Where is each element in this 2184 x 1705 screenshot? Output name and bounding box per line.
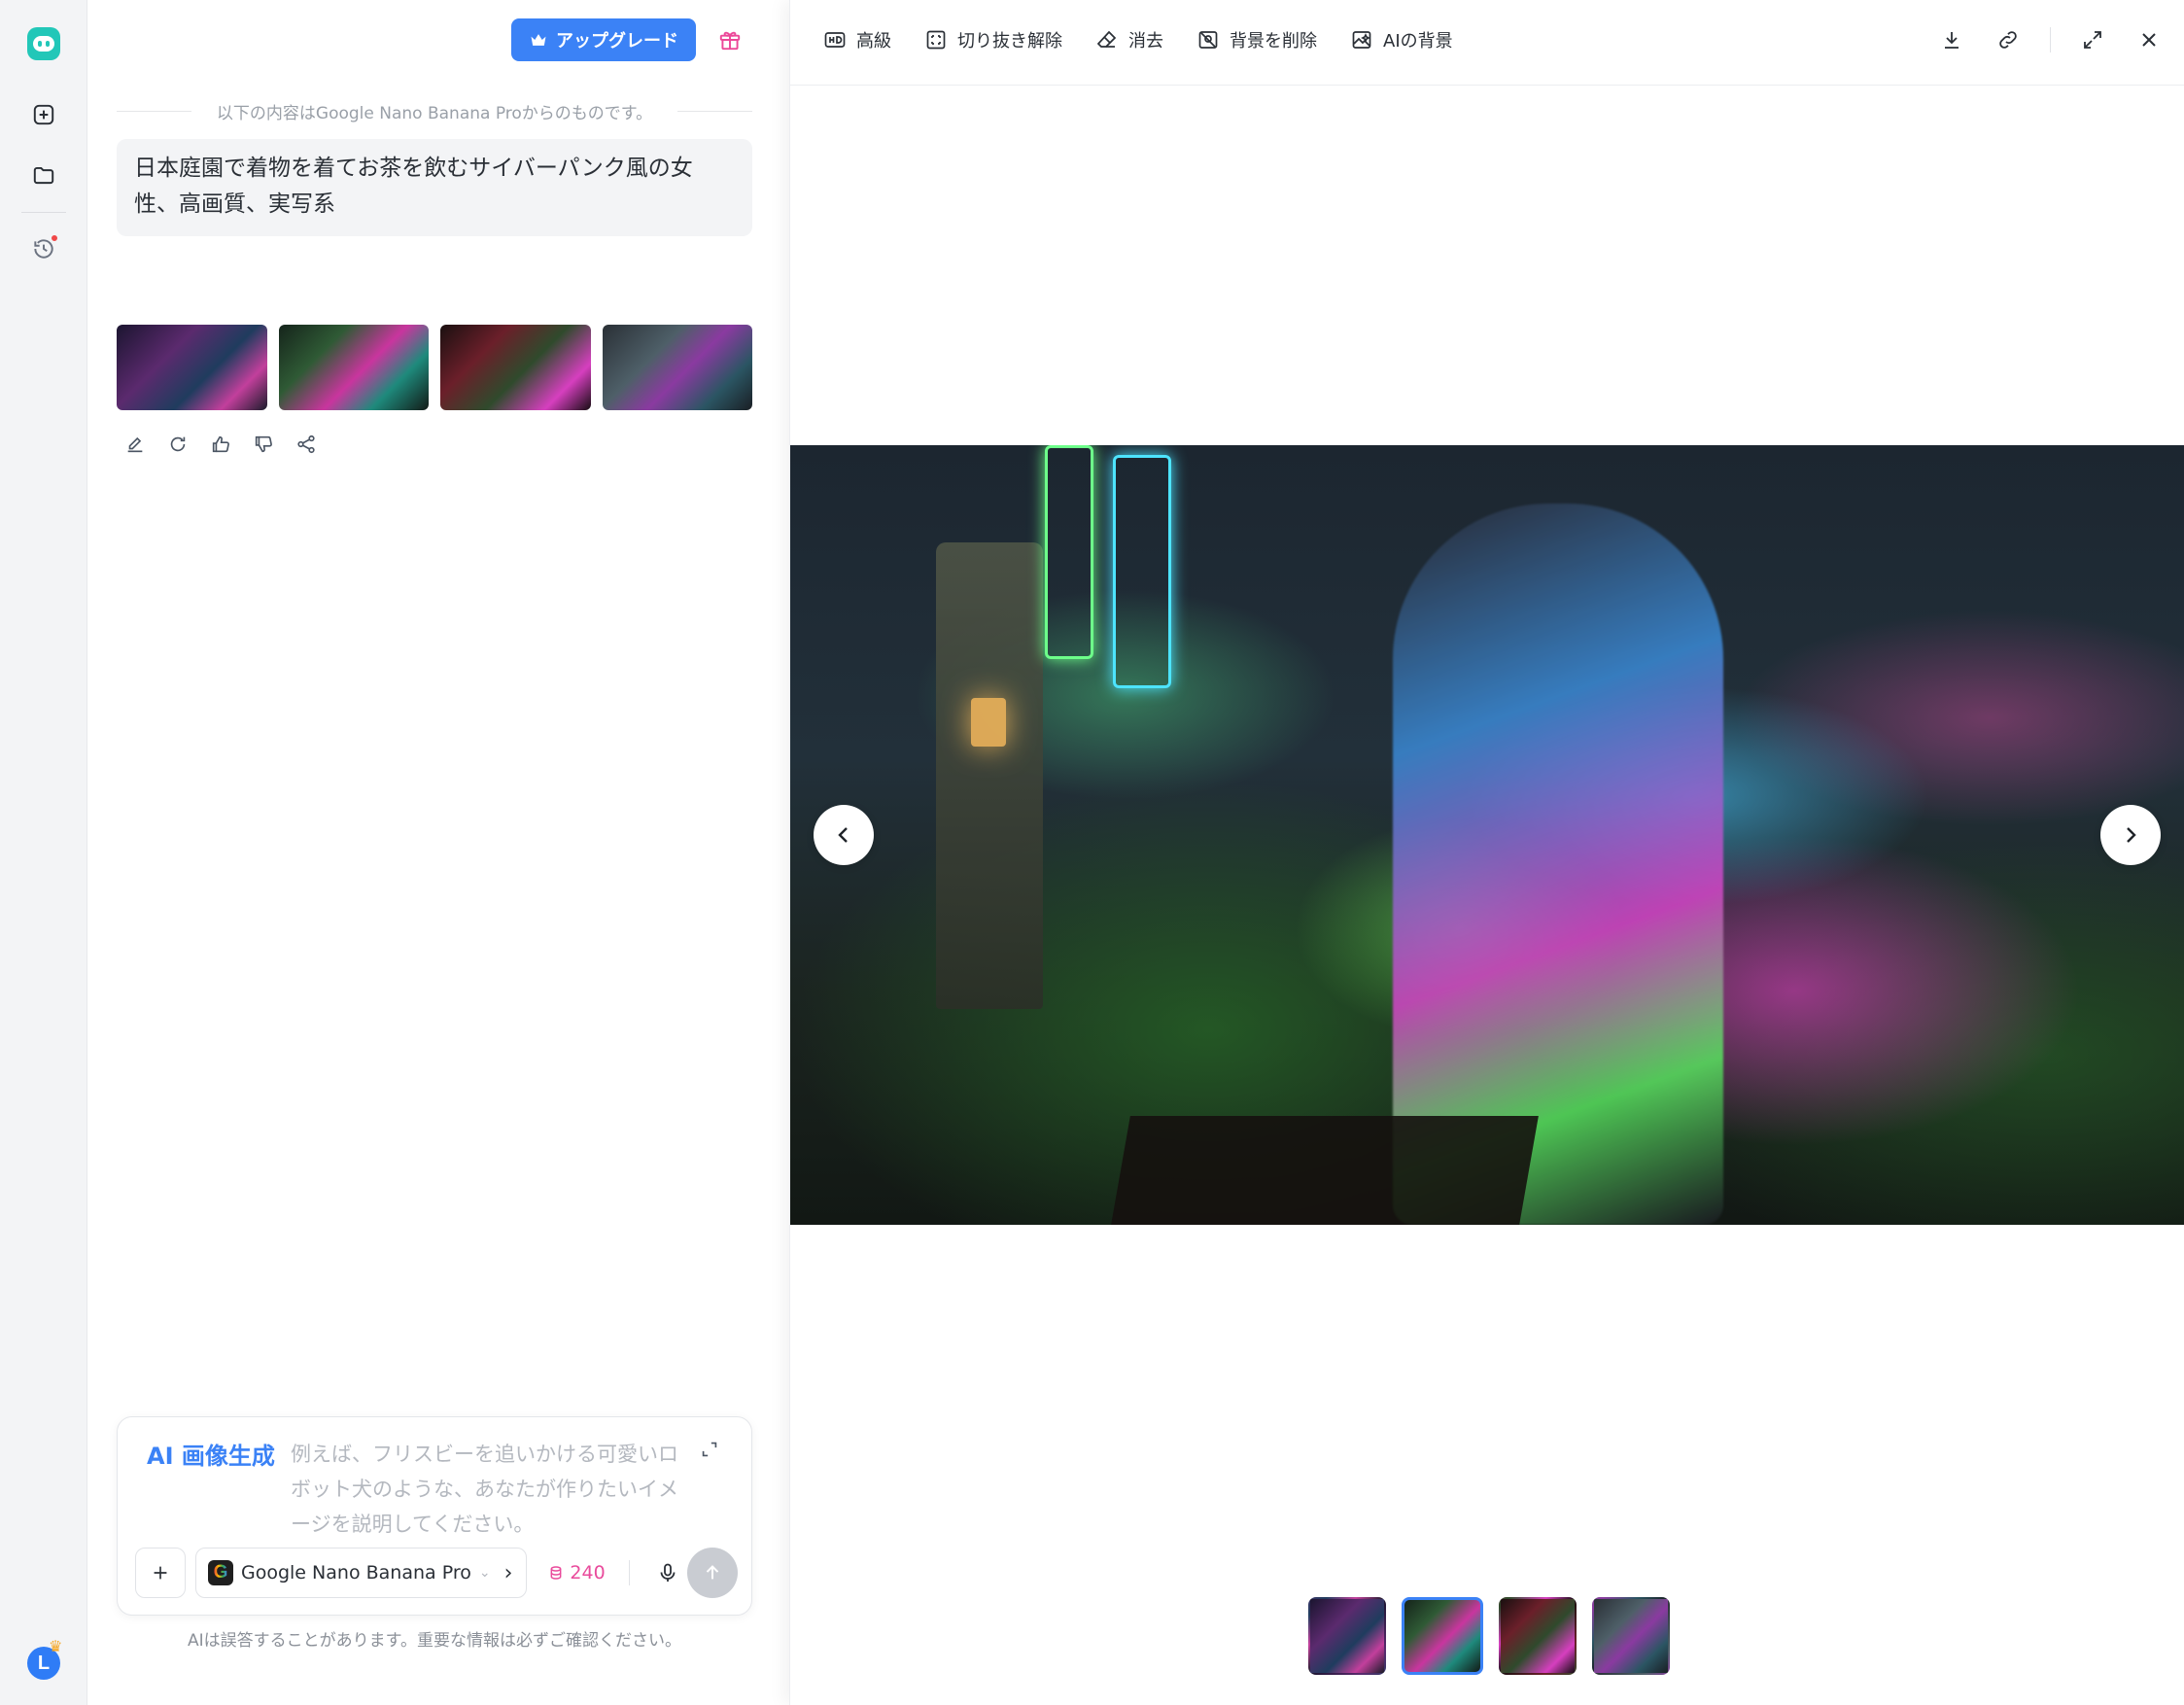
thumbs-up-icon[interactable]: [208, 432, 233, 457]
thumbs-down-icon[interactable]: [251, 432, 276, 457]
mode-label[interactable]: AI 画像生成: [147, 1437, 275, 1471]
neon-sign: [1113, 455, 1171, 688]
previous-image-button[interactable]: [814, 805, 874, 865]
tool-label: 高級: [856, 31, 891, 52]
ai-background-icon: [1352, 31, 1371, 49]
folder-icon[interactable]: [26, 157, 61, 192]
expand-icon[interactable]: [2078, 25, 2107, 54]
image-viewer: 高級 切り抜き解除 消去 背景を削除 AIの背景: [789, 0, 2184, 1705]
microphone-icon[interactable]: [653, 1558, 682, 1587]
rail-divider: [21, 212, 66, 213]
neon-sign: [1045, 445, 1093, 659]
result-thumbnail[interactable]: [117, 325, 267, 410]
history-icon[interactable]: [26, 231, 61, 266]
erase-button[interactable]: 消去: [1095, 27, 1163, 52]
uncrop-icon: [926, 30, 946, 50]
premium-crown-icon: ♛: [49, 1637, 63, 1655]
download-icon[interactable]: [1937, 25, 1966, 54]
model-name: Google Nano Banana Pro: [241, 1562, 471, 1583]
ai-background-button[interactable]: AIの背景: [1350, 27, 1453, 52]
strip-thumbnail-selected[interactable]: [1402, 1597, 1483, 1675]
credits-value: 240: [570, 1562, 606, 1583]
upgrade-label: アップグレード: [556, 31, 678, 52]
chevron-right-icon: [2127, 827, 2136, 843]
app-logo-icon[interactable]: [27, 27, 60, 60]
prompt-input[interactable]: 例えば、フリスビーを追いかける可愛いロボット犬のような、あなたが作りたいイメージ…: [291, 1437, 679, 1542]
tool-label: AIの背景: [1383, 31, 1453, 52]
chevron-right-icon: ›: [503, 1560, 513, 1585]
eraser-icon: [1096, 30, 1117, 48]
close-icon[interactable]: [2134, 25, 2164, 54]
remove-background-button[interactable]: 背景を削除: [1196, 27, 1317, 52]
result-thumbnail[interactable]: [602, 325, 752, 410]
tool-label: 背景を削除: [1230, 31, 1317, 52]
crown-icon: [529, 30, 548, 50]
send-button[interactable]: [687, 1548, 738, 1598]
ai-disclaimer: AIは誤答することがあります。重要な情報は必ずご確認ください。: [188, 1631, 681, 1651]
coin-stack-icon: [550, 1566, 562, 1580]
gift-icon[interactable]: [713, 23, 746, 56]
hd-upscale-button[interactable]: 高級: [823, 27, 891, 52]
stone-lantern: [936, 542, 1043, 1009]
viewer-actions: [1937, 25, 2164, 54]
model-source-note: 以下の内容はGoogle Nano Banana Proからのものです。: [117, 99, 753, 123]
uncrop-button[interactable]: 切り抜き解除: [924, 27, 1062, 52]
next-image-button[interactable]: [2100, 805, 2161, 865]
link-icon[interactable]: [1993, 25, 2023, 54]
share-icon[interactable]: [294, 432, 319, 457]
result-thumbnail[interactable]: [440, 325, 591, 410]
left-rail: L ♛: [0, 0, 87, 1705]
toolbar-divider: [628, 1560, 630, 1585]
result-thumbnails: [117, 325, 752, 410]
result-thumbnail[interactable]: [278, 325, 429, 410]
edit-icon[interactable]: [122, 432, 148, 457]
strip-thumbnail[interactable]: [1592, 1597, 1670, 1675]
thumbnail-strip: [1308, 1597, 1670, 1675]
notification-dot: [50, 233, 59, 243]
user-prompt-bubble: 日本庭園で着物を着てお茶を飲むサイバーパンク風の女性、高画質、実写系: [117, 139, 752, 236]
message-actions: [122, 432, 319, 457]
actions-divider: [2050, 27, 2051, 52]
edit-tools: 高級 切り抜き解除 消去 背景を削除 AIの背景: [823, 27, 1453, 52]
new-chat-icon[interactable]: [26, 97, 61, 132]
tool-label: 切り抜き解除: [957, 31, 1062, 52]
model-selector[interactable]: G Google Nano Banana Pro ⌄ ›: [195, 1548, 528, 1598]
regenerate-icon[interactable]: [165, 432, 191, 457]
strip-thumbnail[interactable]: [1308, 1597, 1386, 1675]
prompt-composer: AI 画像生成 例えば、フリスビーを追いかける可愛いロボット犬のような、あなたが…: [117, 1416, 752, 1616]
expand-input-icon[interactable]: [699, 1439, 724, 1464]
remove-background-icon: [1198, 31, 1218, 49]
credits-badge[interactable]: 240: [548, 1562, 606, 1583]
arrow-up-icon: [706, 1565, 719, 1580]
strip-thumbnail[interactable]: [1499, 1597, 1577, 1675]
attach-button[interactable]: [135, 1548, 186, 1598]
model-source-text: 以下の内容はGoogle Nano Banana Proからのものです。: [216, 104, 653, 123]
tool-label: 消去: [1128, 31, 1163, 52]
generated-image[interactable]: [790, 445, 2184, 1225]
tea-tray: [1111, 1116, 1539, 1225]
hd-icon: [824, 32, 846, 48]
google-logo-icon: G: [208, 1560, 233, 1585]
chat-panel: アップグレード 以下の内容はGoogle Nano Banana Proからのも…: [87, 0, 789, 1705]
composer-toolbar: G Google Nano Banana Pro ⌄ › 240: [135, 1548, 738, 1598]
chevron-down-icon: ⌄: [478, 1565, 491, 1581]
viewer-toolbar: 高級 切り抜き解除 消去 背景を削除 AIの背景: [790, 0, 2184, 86]
chevron-left-icon: [838, 827, 848, 843]
upgrade-button[interactable]: アップグレード: [511, 18, 696, 61]
